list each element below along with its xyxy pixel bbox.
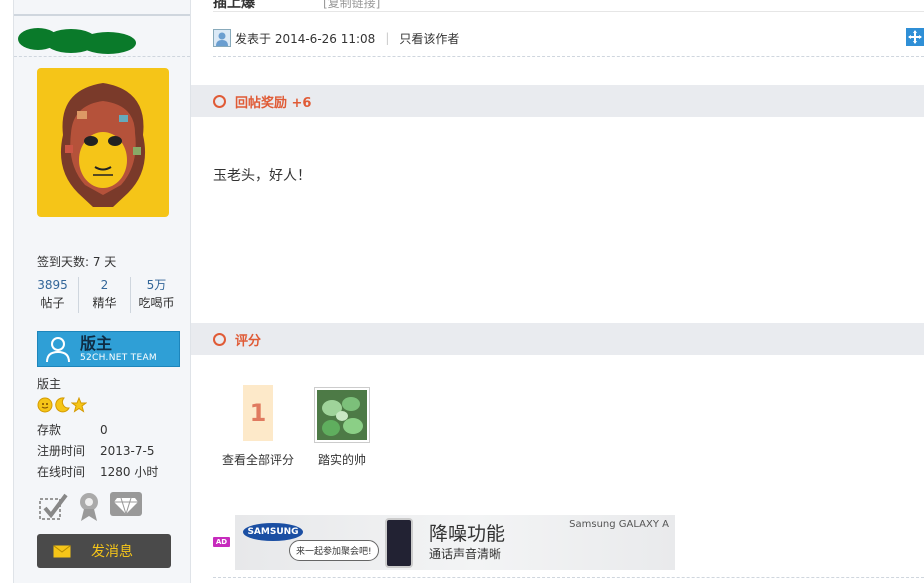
sun-icon	[37, 397, 53, 413]
only-author-link[interactable]: 只看该作者	[399, 30, 459, 47]
diamond-medal-icon[interactable]	[109, 491, 143, 523]
ad-banner[interactable]: SAMSUNG 来一起参加聚会吧! 降噪功能 通话声音清晰 Samsung GA…	[235, 515, 675, 570]
info-deposit: 存款 0	[37, 422, 108, 438]
bottom-divider	[213, 577, 924, 578]
stat-coins[interactable]: 5万 吃喝币	[130, 277, 182, 313]
rating-count: 1	[243, 385, 273, 441]
user-online-icon	[213, 29, 231, 47]
rating-title: 评分	[235, 333, 262, 349]
ad-subline: 通话声音清晰	[429, 547, 502, 561]
meta-separator: |	[385, 31, 390, 45]
stat-value[interactable]: 5万	[131, 277, 182, 293]
checkbox-medal-icon[interactable]	[37, 491, 69, 523]
stat-value[interactable]: 3895	[27, 277, 78, 293]
envelope-icon	[53, 544, 71, 557]
rater-item[interactable]: 踏实的帅	[312, 387, 372, 468]
star-icon	[71, 397, 87, 413]
send-message-button[interactable]: 发消息	[37, 534, 171, 568]
thread-title: 插上爆	[213, 0, 255, 11]
sidebar-top-line	[14, 14, 190, 16]
info-key: 注册时间	[37, 444, 86, 458]
ad-headline: 降噪功能	[429, 523, 506, 545]
copy-link[interactable]: [复制链接]	[323, 0, 380, 11]
rank-name: 版主	[37, 377, 62, 391]
stat-digest[interactable]: 2 精华	[78, 277, 130, 313]
badge-text: 版主 52CH.NET TEAM	[78, 333, 157, 363]
ad-product: Samsung GALAXY A	[569, 519, 669, 530]
stat-posts[interactable]: 3895 帖子	[27, 277, 78, 313]
view-all-ratings-label: 查看全部评分	[221, 453, 294, 467]
rater-avatar[interactable]	[314, 387, 370, 443]
view-all-ratings[interactable]: 1 查看全部评分	[218, 385, 298, 468]
reward-title: 回帖奖励 +6	[235, 95, 312, 111]
info-value: 2013-7-5	[100, 444, 155, 458]
monkey-avatar-icon	[60, 83, 146, 207]
post-time: 发表于 2014-6-26 11:08	[235, 31, 376, 46]
rank-stars	[37, 397, 87, 413]
send-message-label: 发消息	[91, 544, 133, 560]
ad-brand-logo: SAMSUNG	[243, 523, 303, 541]
ad-speech-bubble: 来一起参加聚会吧!	[289, 540, 379, 561]
info-key: 存款	[37, 423, 62, 437]
badge-subtitle: 52CH.NET TEAM	[80, 352, 157, 363]
person-icon	[38, 332, 78, 366]
circle-icon	[213, 332, 226, 346]
stat-label: 精华	[92, 296, 117, 310]
post-main: 插上爆 [复制链接] 发表于 2014-6-26 11:08 | 只看该作者 回…	[191, 0, 924, 583]
rating-section-header: 评分	[191, 323, 924, 355]
info-value: 0	[100, 423, 108, 437]
author-sidebar: 签到天数: 7 天 3895 帖子 2 精华 5万 吃喝币 版主 52CH.NE…	[13, 0, 191, 583]
badge-title: 版主	[80, 333, 113, 353]
expand-icon[interactable]	[906, 28, 924, 46]
name-divider	[14, 56, 190, 57]
rater-name: 踏实的帅	[317, 453, 366, 467]
jade-image	[317, 390, 367, 440]
stat-label: 吃喝币	[138, 296, 175, 310]
post-body: 玉老头，好人！	[213, 168, 311, 184]
ad-tag: AD	[213, 537, 230, 547]
moderator-badge: 版主 52CH.NET TEAM	[37, 331, 180, 367]
info-register-date: 注册时间 2013-7-5	[37, 443, 154, 459]
phone-image	[385, 518, 413, 568]
info-online-time: 在线时间 1280 小时	[37, 464, 158, 480]
stat-value[interactable]: 2	[79, 277, 130, 293]
thread-title-strip: 插上爆 [复制链接]	[213, 0, 924, 12]
user-avatar[interactable]	[37, 68, 169, 217]
circle-icon	[213, 94, 226, 108]
ribbon-medal-icon[interactable]	[75, 491, 103, 523]
meta-divider	[213, 56, 924, 57]
post-meta: 发表于 2014-6-26 11:08 | 只看该作者	[213, 29, 459, 47]
reward-section-header: 回帖奖励 +6	[191, 85, 924, 117]
stat-label: 帖子	[40, 296, 65, 310]
author-stats: 3895 帖子 2 精华 5万 吃喝币	[27, 277, 182, 313]
moon-icon	[55, 397, 70, 413]
info-key: 在线时间	[37, 465, 86, 479]
username-redacted	[18, 28, 136, 54]
sign-in-days: 签到天数: 7 天	[37, 255, 117, 269]
info-value: 1280 小时	[100, 465, 159, 479]
medal-list	[37, 491, 143, 523]
